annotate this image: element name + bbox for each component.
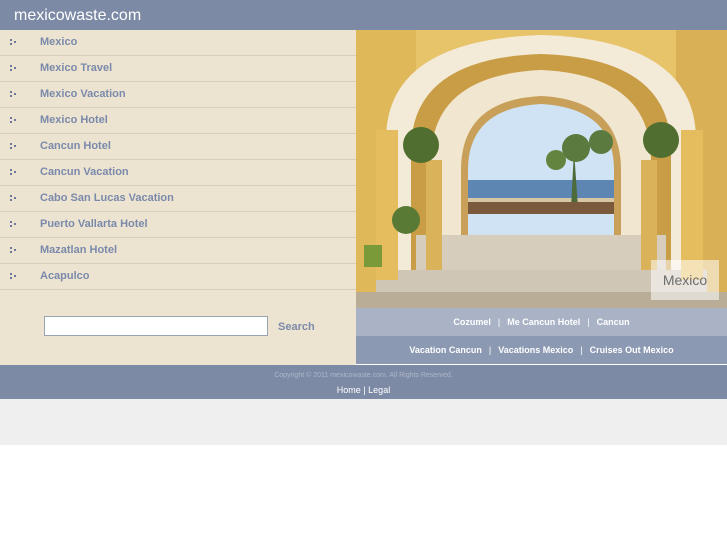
sidebar-nav: Mexico Mexico Travel Mexico Vacation Mex… (0, 30, 356, 365)
sidebar-item-label[interactable]: Mexico Hotel (40, 114, 108, 127)
dots-bullet-icon (10, 39, 18, 47)
link-cozumel[interactable]: Cozumel (453, 317, 491, 327)
sidebar-item-mazatlan-hotel[interactable]: Mazatlan Hotel (0, 238, 356, 264)
dots-bullet-icon (10, 195, 18, 203)
link-cruises-out-mexico[interactable]: Cruises Out Mexico (590, 345, 674, 355)
link-separator: | (497, 317, 501, 327)
sidebar-item-label[interactable]: Cancun Vacation (40, 166, 129, 179)
site-title[interactable]: mexicowaste.com (14, 7, 141, 25)
sidebar-item-cabo-san-lucas-vacation[interactable]: Cabo San Lucas Vacation (0, 186, 356, 212)
sidebar-item-label[interactable]: Cancun Hotel (40, 140, 111, 153)
footer-links: Home | Legal (0, 385, 727, 395)
dots-bullet-icon (10, 247, 18, 255)
dots-bullet-icon (10, 143, 18, 151)
search-button[interactable]: Search (278, 321, 315, 334)
links-row-1: Cozumel | Me Cancun Hotel | Cancun (356, 308, 727, 336)
copyright-text: Copyright © 2011 mexicowaste.com. All Ri… (274, 372, 453, 379)
dots-bullet-icon (10, 91, 18, 99)
sidebar-item-cancun-hotel[interactable]: Cancun Hotel (0, 134, 356, 160)
dots-bullet-icon (10, 221, 18, 229)
site-header: mexicowaste.com (0, 0, 727, 30)
sidebar-item-label[interactable]: Mazatlan Hotel (40, 244, 117, 257)
footer-separator: | (363, 385, 366, 395)
search-input[interactable] (44, 316, 268, 336)
sidebar-item-label[interactable]: Acapulco (40, 270, 90, 283)
dots-bullet-icon (10, 273, 18, 281)
bottom-band (0, 399, 727, 445)
footer-home-link[interactable]: Home (337, 385, 361, 395)
sidebar-item-acapulco[interactable]: Acapulco (0, 264, 356, 290)
link-separator: | (488, 345, 492, 355)
sidebar-item-label[interactable]: Cabo San Lucas Vacation (40, 192, 174, 205)
link-vacation-cancun[interactable]: Vacation Cancun (409, 345, 482, 355)
photo-caption: Mexico (651, 260, 719, 300)
dots-bullet-icon (10, 65, 18, 73)
sidebar-item-label[interactable]: Mexico Travel (40, 62, 112, 75)
footer-legal-link[interactable]: Legal (368, 385, 390, 395)
sidebar-item-mexico-vacation[interactable]: Mexico Vacation (0, 82, 356, 108)
sidebar-item-mexico[interactable]: Mexico (0, 30, 356, 56)
links-row-2: Vacation Cancun | Vacations Mexico | Cruises… (356, 336, 727, 364)
sidebar-item-label[interactable]: Mexico Vacation (40, 88, 126, 101)
link-separator: | (587, 317, 590, 327)
link-me-cancun-hotel[interactable]: Me Cancun Hotel (507, 317, 580, 327)
site-footer: Copyright © 2011 mexicowaste.com. All Ri… (0, 365, 727, 399)
sidebar-item-cancun-vacation[interactable]: Cancun Vacation (0, 160, 356, 186)
link-separator: | (580, 345, 583, 355)
sidebar-item-puerto-vallarta-hotel[interactable]: Puerto Vallarta Hotel (0, 212, 356, 238)
dots-bullet-icon (10, 169, 18, 177)
photo-caption-text: Mexico (662, 272, 708, 288)
link-cancun[interactable]: Cancun (597, 317, 630, 327)
dots-bullet-icon (10, 117, 18, 125)
sidebar-item-label[interactable]: Mexico (40, 36, 77, 49)
sidebar-item-label[interactable]: Puerto Vallarta Hotel (40, 218, 148, 231)
sidebar-item-mexico-hotel[interactable]: Mexico Hotel (0, 108, 356, 134)
link-vacations-mexico[interactable]: Vacations Mexico (498, 345, 573, 355)
hero-photo: Mexico (356, 30, 727, 308)
sidebar-item-mexico-travel[interactable]: Mexico Travel (0, 56, 356, 82)
